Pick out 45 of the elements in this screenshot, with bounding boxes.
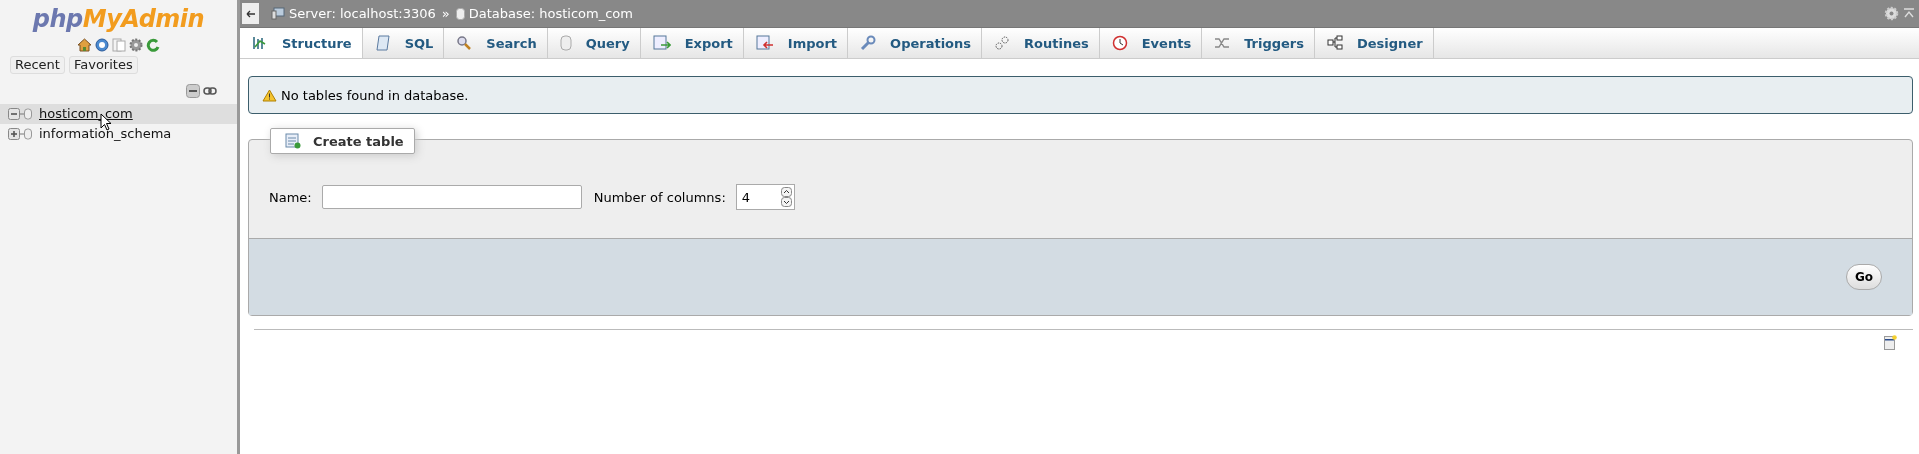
breadcrumb-separator: » <box>441 6 450 21</box>
database-link[interactable]: hosticom_com <box>39 106 133 122</box>
server-icon <box>271 7 285 20</box>
columns-label: Number of columns: <box>593 189 726 205</box>
link-icon[interactable] <box>203 87 217 95</box>
settings-icon[interactable] <box>1884 6 1899 21</box>
notice-text: No tables found in database. <box>281 87 469 103</box>
collapse-icon[interactable] <box>1903 7 1915 20</box>
help-icon[interactable] <box>95 38 109 52</box>
gears-icon <box>994 35 1011 51</box>
wrench-icon <box>860 35 877 51</box>
sidebar-tab[interactable]: Favorites <box>68 56 138 74</box>
collapse-all-icon[interactable] <box>186 84 200 98</box>
table-name-field[interactable] <box>321 185 582 209</box>
warning-icon <box>262 88 277 102</box>
diagram-icon <box>1327 35 1343 51</box>
database-icon <box>559 35 572 51</box>
back-arrow-icon <box>245 9 256 18</box>
shuffle-icon <box>1214 35 1231 51</box>
logo[interactable]: phpMyAdmin <box>32 4 205 34</box>
sidebar-tab[interactable]: Recent <box>10 56 65 74</box>
go-button[interactable]: Go <box>1845 264 1882 290</box>
search-icon <box>456 35 473 51</box>
home-icon[interactable] <box>77 38 92 52</box>
export-icon <box>652 35 671 51</box>
name-label: Name: <box>269 189 312 205</box>
import-icon <box>755 35 774 51</box>
columns-number-field[interactable]: 4 <box>735 184 795 210</box>
back-button[interactable] <box>242 3 259 24</box>
settings-icon[interactable] <box>129 38 143 52</box>
breadcrumb-link[interactable]: Server: localhost:3306 <box>289 6 436 21</box>
reload-icon[interactable] <box>146 38 160 52</box>
tab[interactable]: Structure <box>240 28 363 58</box>
legend-title: Create table <box>313 133 404 149</box>
console-icon[interactable] <box>1884 335 1897 350</box>
database-icon <box>455 7 465 20</box>
scroll-icon <box>374 35 391 51</box>
spinner-arrows-icon[interactable] <box>780 187 792 207</box>
chart-icon <box>252 35 268 51</box>
collapse-icon[interactable] <box>8 108 32 120</box>
breadcrumb-link[interactable]: Database: hosticom_com <box>468 6 633 21</box>
new-table-icon <box>285 133 301 149</box>
clock-icon <box>1111 35 1128 51</box>
database-link[interactable]: information_schema <box>39 126 172 142</box>
expand-icon[interactable] <box>8 128 32 140</box>
